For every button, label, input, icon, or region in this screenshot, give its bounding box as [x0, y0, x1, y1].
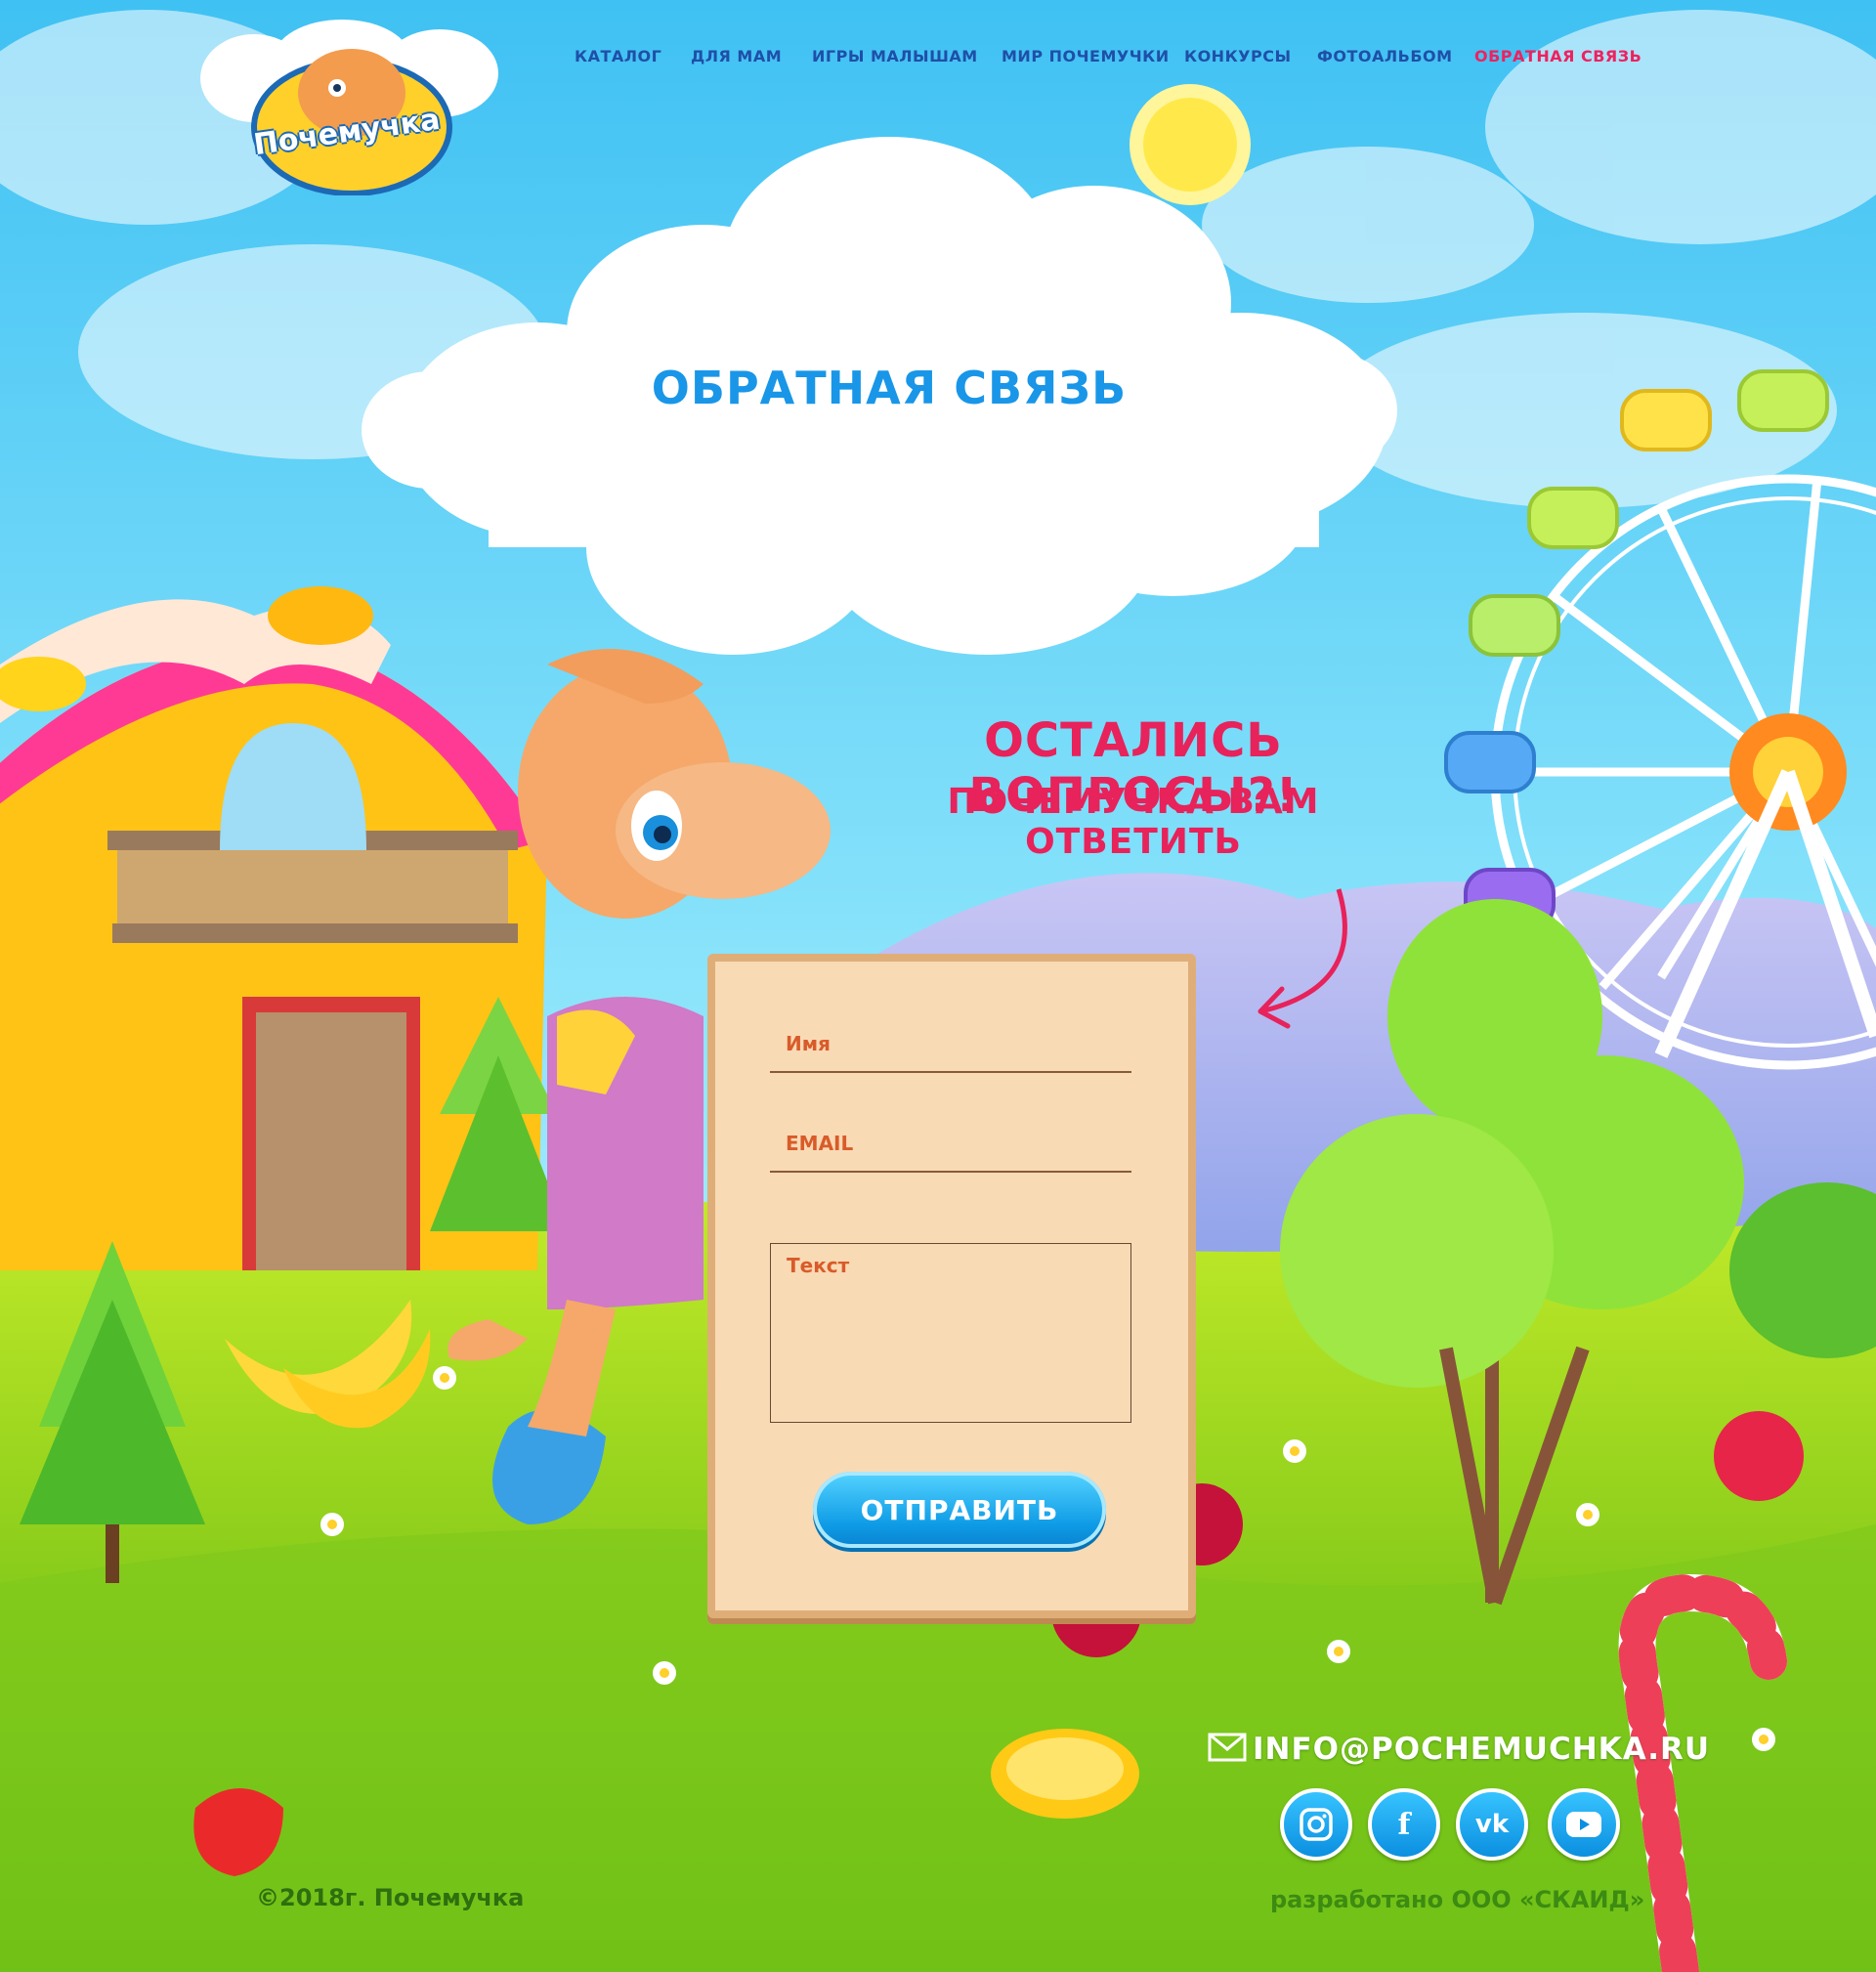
headline-answer: ПОЧЕМУЧКА ВАМ ОТВЕТИТЬ	[947, 782, 1320, 862]
youtube-icon	[1566, 1812, 1601, 1837]
name-label: Имя	[786, 1032, 831, 1055]
site-logo[interactable]: Почемучка	[195, 20, 508, 196]
email-label: EMAIL	[786, 1132, 854, 1155]
nav-item-kids-games[interactable]: ИГРЫ МАЛЫШАМ	[812, 47, 978, 65]
submit-button[interactable]: ОТПРАВИТЬ	[813, 1472, 1106, 1548]
vk-icon: vk	[1474, 1810, 1510, 1839]
vk-button[interactable]: vk	[1456, 1788, 1528, 1861]
facebook-icon: f	[1397, 1807, 1411, 1842]
nav-item-catalog[interactable]: КАТАЛОГ	[575, 47, 661, 65]
youtube-button[interactable]	[1548, 1788, 1620, 1861]
email-field[interactable]	[770, 1171, 1131, 1173]
text-label: Текст	[787, 1254, 850, 1277]
nav-item-for-moms[interactable]: ДЛЯ МАМ	[691, 47, 782, 65]
name-field[interactable]	[770, 1071, 1131, 1073]
nav-item-pochemuchka-world[interactable]: МИР ПОЧЕМУЧКИ	[1002, 47, 1170, 65]
contact-email[interactable]: INFO@POCHEMUCHKA.RU	[1208, 1732, 1710, 1771]
nav-item-contests[interactable]: КОНКУРСЫ	[1184, 47, 1292, 65]
facebook-button[interactable]: f	[1368, 1788, 1440, 1861]
contact-email-text: INFO@POCHEMUCHKA.RU	[1253, 1732, 1711, 1767]
nav-item-photo-album[interactable]: ФОТОАЛЬБОМ	[1317, 47, 1453, 65]
logo-emblem	[200, 20, 498, 196]
page-title: ОБРАТНАЯ СВЯЗЬ	[651, 362, 1128, 414]
instagram-button[interactable]	[1280, 1788, 1352, 1861]
nav-item-feedback[interactable]: ОБРАТНАЯ СВЯЗЬ	[1474, 47, 1642, 65]
developer-credit: разработано ООО «СКАИД»	[1270, 1886, 1645, 1913]
feedback-form: Имя EMAIL Текст ОТПРАВИТЬ	[707, 954, 1196, 1618]
text-field[interactable]: Текст	[770, 1243, 1131, 1423]
instagram-icon	[1300, 1808, 1333, 1841]
copyright-text: ©2018г. Почемучка	[256, 1884, 525, 1911]
mail-icon	[1208, 1733, 1247, 1762]
